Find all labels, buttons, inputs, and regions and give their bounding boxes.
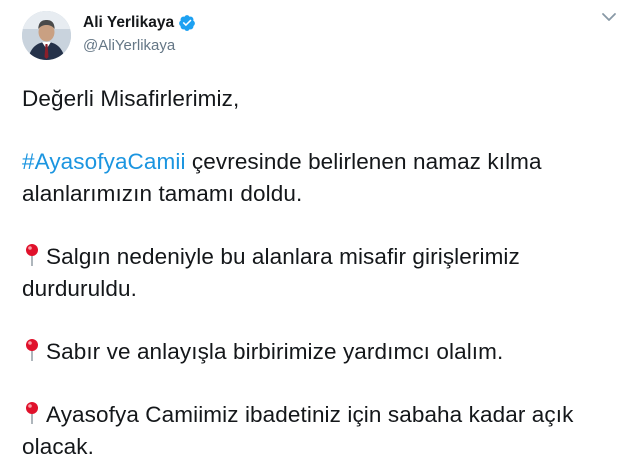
tweet-card: Ali Yerlikaya @AliYerlikaya Değerli Misa…	[0, 0, 640, 468]
tweet-paragraph-1: #AyasofyaCamii çevresinde belirlenen nam…	[22, 146, 622, 210]
chevron-down-icon[interactable]	[600, 10, 618, 24]
tweet-greeting: Değerli Misafirlerimiz,	[22, 86, 240, 111]
hashtag-link[interactable]: #AyasofyaCamii	[22, 149, 186, 174]
display-name[interactable]: Ali Yerlikaya	[83, 14, 174, 32]
tweet-paragraph-2-text: Salgın nedeniyle bu alanlara misafir gir…	[22, 244, 520, 301]
tweet-paragraph-4-text: Ayasofya Camiimiz ibadetiniz için sabaha…	[22, 402, 574, 459]
tweet-text: Değerli Misafirlerimiz, #AyasofyaCamii ç…	[22, 83, 622, 463]
verified-badge-icon	[179, 15, 195, 31]
name-row: Ali Yerlikaya	[83, 14, 196, 32]
avatar[interactable]	[22, 11, 71, 60]
tweet-paragraph-3: Sabır ve anlayışla birbirimize yardımcı …	[22, 336, 622, 368]
tweet-paragraph-2: Salgın nedeniyle bu alanlara misafir gir…	[22, 241, 622, 305]
tweet-paragraph-3-text: Sabır ve anlayışla birbirimize yardımcı …	[46, 339, 504, 364]
round-pushpin-icon	[26, 402, 38, 424]
round-pushpin-icon	[26, 339, 38, 361]
user-handle[interactable]: @AliYerlikaya	[83, 37, 175, 54]
round-pushpin-icon	[26, 244, 38, 266]
tweet-paragraph-4: Ayasofya Camiimiz ibadetiniz için sabaha…	[22, 399, 622, 463]
